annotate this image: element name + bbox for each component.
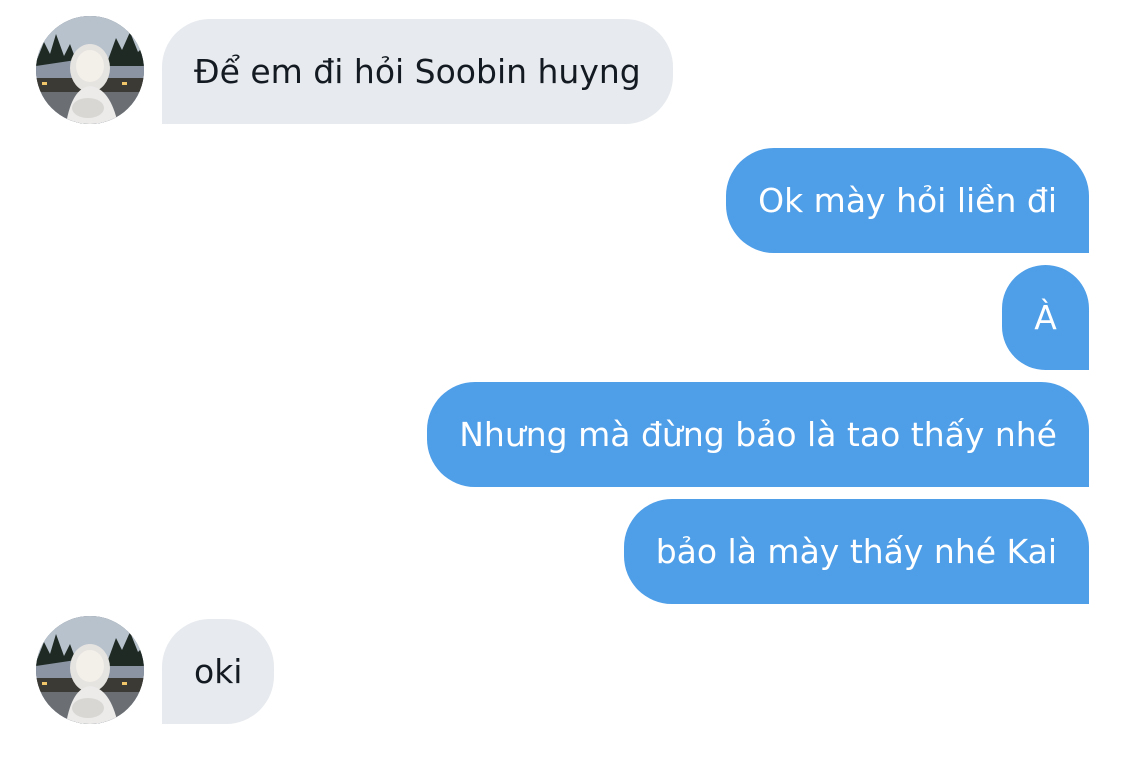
message-bubble-incoming[interactable]: oki bbox=[162, 619, 275, 724]
message-bubble-outgoing[interactable]: Ok mày hỏi liền đi bbox=[726, 148, 1089, 253]
message-text: Để em đi hỏi Soobin huyng bbox=[194, 52, 641, 91]
message-bubble-incoming[interactable]: Để em đi hỏi Soobin huyng bbox=[162, 19, 673, 124]
message-bubble-outgoing[interactable]: bảo là mày thấy nhé Kai bbox=[623, 499, 1089, 604]
message-text: Nhưng mà đừng bảo là tao thấy nhé bbox=[459, 415, 1057, 454]
avatar-photo-icon bbox=[36, 16, 144, 124]
message-text: Ok mày hỏi liền đi bbox=[758, 181, 1057, 220]
message-thread: Để em đi hỏi Soobin huyng Ok mày hỏi liề… bbox=[0, 0, 1125, 762]
message-bubble-outgoing[interactable]: Nhưng mà đừng bảo là tao thấy nhé bbox=[427, 382, 1089, 487]
contact-avatar[interactable] bbox=[36, 16, 144, 124]
avatar-photo-icon bbox=[36, 616, 144, 724]
message-text: bảo là mày thấy nhé Kai bbox=[655, 532, 1057, 571]
message-bubble-outgoing[interactable]: À bbox=[1002, 265, 1089, 370]
message-text: oki bbox=[194, 652, 243, 691]
message-text: À bbox=[1034, 298, 1057, 337]
contact-avatar[interactable] bbox=[36, 616, 144, 724]
